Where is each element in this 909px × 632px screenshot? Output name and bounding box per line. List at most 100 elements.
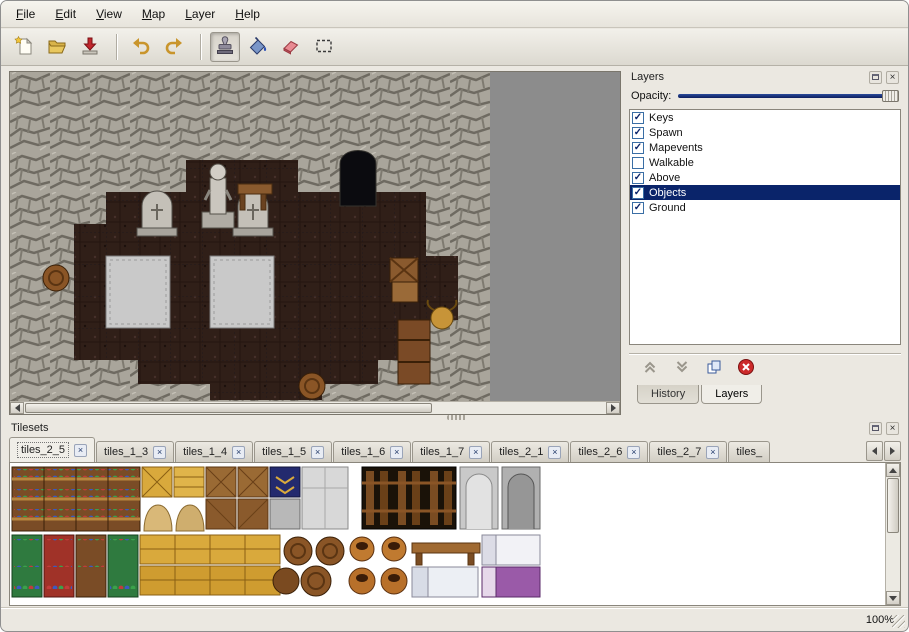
layer-row[interactable]: ✓ Above — [630, 170, 900, 185]
close-tab-icon[interactable]: × — [311, 446, 324, 459]
tilesets-panel-title: Tilesets — [11, 422, 865, 434]
tileset-vertical-scrollbar[interactable] — [885, 463, 900, 605]
layer-checkbox[interactable]: ✓ — [632, 142, 644, 154]
map-editor-window: File Edit View Map Layer Help — [0, 0, 909, 632]
tab-scroll-buttons — [866, 441, 901, 461]
raise-layer-button[interactable] — [639, 358, 661, 380]
menu-edit[interactable]: Edit — [46, 3, 85, 25]
stamp-icon — [214, 35, 236, 60]
float-panel-icon[interactable] — [869, 71, 882, 84]
layer-checkbox[interactable]: ✓ — [632, 187, 644, 199]
tab-layers[interactable]: Layers — [701, 385, 762, 404]
close-panel-icon[interactable]: × — [886, 422, 899, 435]
layer-checkbox[interactable]: ✓ — [632, 202, 644, 214]
layer-row-selected[interactable]: ✓ Objects — [630, 185, 900, 200]
tileset-tab[interactable]: tiles_1_4 × — [175, 441, 253, 462]
tab-scroll-right-button[interactable] — [884, 441, 901, 461]
tileset-tab[interactable]: tiles_1_3 × — [96, 441, 174, 462]
layer-checkbox[interactable]: ✓ — [632, 112, 644, 124]
marquee-select-icon — [313, 35, 335, 60]
layer-checkbox[interactable]: ✓ — [632, 172, 644, 184]
close-tab-icon[interactable]: × — [548, 446, 561, 459]
delete-icon — [737, 358, 755, 379]
scroll-up-button[interactable] — [886, 463, 900, 477]
new-file-icon — [13, 35, 35, 60]
undo-button[interactable] — [126, 32, 156, 62]
tileset-tab-label: tiles_2_7 — [657, 446, 701, 458]
layer-row[interactable]: ✓ Ground — [630, 200, 900, 215]
close-tab-icon[interactable]: × — [232, 446, 245, 459]
scroll-right-button[interactable] — [606, 402, 620, 414]
tileset-tab[interactable]: tiles_2_6 × — [570, 441, 648, 462]
map-canvas[interactable] — [10, 72, 620, 401]
dock-tabs: History Layers — [629, 385, 901, 404]
tileset-tabs: tiles_2_5 × tiles_1_3 × tiles_1_4 × tile… — [9, 437, 863, 462]
scroll-thumb[interactable] — [887, 478, 899, 533]
tab-scroll-left-button[interactable] — [866, 441, 883, 461]
tileset-tab[interactable]: tiles_2_7 × — [649, 441, 727, 462]
stamp-tool-button[interactable] — [210, 32, 240, 62]
opacity-slider[interactable] — [678, 89, 899, 103]
opacity-slider-handle[interactable] — [882, 90, 899, 102]
layer-checkbox[interactable] — [632, 157, 644, 169]
float-panel-icon[interactable] — [869, 422, 882, 435]
lower-layer-button[interactable] — [671, 358, 693, 380]
close-tab-icon[interactable]: × — [469, 446, 482, 459]
menu-help[interactable]: Help — [226, 3, 269, 25]
tileset-image — [10, 463, 870, 605]
scroll-left-button[interactable] — [10, 402, 24, 414]
close-tab-icon[interactable]: × — [390, 446, 403, 459]
tileset-tab-label: tiles_1_7 — [420, 446, 464, 458]
left-arrow-icon — [15, 404, 20, 412]
scroll-track[interactable] — [24, 402, 606, 414]
toolbar-separator — [200, 34, 202, 60]
save-button[interactable] — [75, 32, 105, 62]
layer-label: Keys — [649, 112, 673, 124]
redo-icon — [163, 35, 185, 60]
tileset-tab-label: tiles_1_3 — [104, 446, 148, 458]
menu-file[interactable]: File — [7, 3, 44, 25]
close-tab-icon[interactable]: × — [74, 444, 87, 457]
tileset-tab[interactable]: tiles_1_7 × — [412, 441, 490, 462]
redo-button[interactable] — [159, 32, 189, 62]
tileset-tab[interactable]: tiles_1_5 × — [254, 441, 332, 462]
layer-row[interactable]: ✓ Mapevents — [630, 140, 900, 155]
layer-row[interactable]: Walkable — [630, 155, 900, 170]
layer-row[interactable]: ✓ Spawn — [630, 125, 900, 140]
eraser-tool-button[interactable] — [276, 32, 306, 62]
menu-layer[interactable]: Layer — [176, 3, 224, 25]
fill-tool-button[interactable] — [243, 32, 273, 62]
resize-grip[interactable] — [892, 615, 905, 628]
layer-checkbox[interactable]: ✓ — [632, 127, 644, 139]
layers-list: ✓ Keys ✓ Spawn ✓ Mapevents Walkable ✓ Ab… — [629, 109, 901, 345]
opacity-label: Opacity: — [631, 90, 671, 102]
open-button[interactable] — [42, 32, 72, 62]
new-file-button[interactable] — [9, 32, 39, 62]
chevron-up-icon — [641, 358, 659, 379]
menu-map[interactable]: Map — [133, 3, 174, 25]
tab-history[interactable]: History — [637, 385, 699, 404]
select-tool-button[interactable] — [309, 32, 339, 62]
map-horizontal-scrollbar[interactable] — [10, 401, 620, 414]
window-icon — [872, 74, 879, 80]
tileset-tab[interactable]: tiles_2_5 × — [9, 437, 95, 462]
tileset-canvas[interactable] — [10, 463, 885, 605]
scroll-thumb[interactable] — [25, 403, 432, 413]
tileset-tab[interactable]: tiles_2_1 × — [491, 441, 569, 462]
undo-icon — [130, 35, 152, 60]
close-panel-icon[interactable]: × — [886, 71, 899, 84]
duplicate-layer-button[interactable] — [703, 358, 725, 380]
right-arrow-icon — [611, 404, 616, 412]
paint-bucket-icon — [247, 35, 269, 60]
delete-layer-button[interactable] — [735, 358, 757, 380]
layer-row[interactable]: ✓ Keys — [630, 110, 900, 125]
scroll-down-button[interactable] — [886, 591, 900, 605]
menu-view[interactable]: View — [87, 3, 131, 25]
tileset-tab[interactable]: tiles_ — [728, 441, 770, 462]
window-icon — [872, 425, 879, 431]
scroll-track[interactable] — [886, 477, 900, 591]
close-tab-icon[interactable]: × — [706, 446, 719, 459]
close-tab-icon[interactable]: × — [153, 446, 166, 459]
tileset-tab[interactable]: tiles_1_6 × — [333, 441, 411, 462]
close-tab-icon[interactable]: × — [627, 446, 640, 459]
